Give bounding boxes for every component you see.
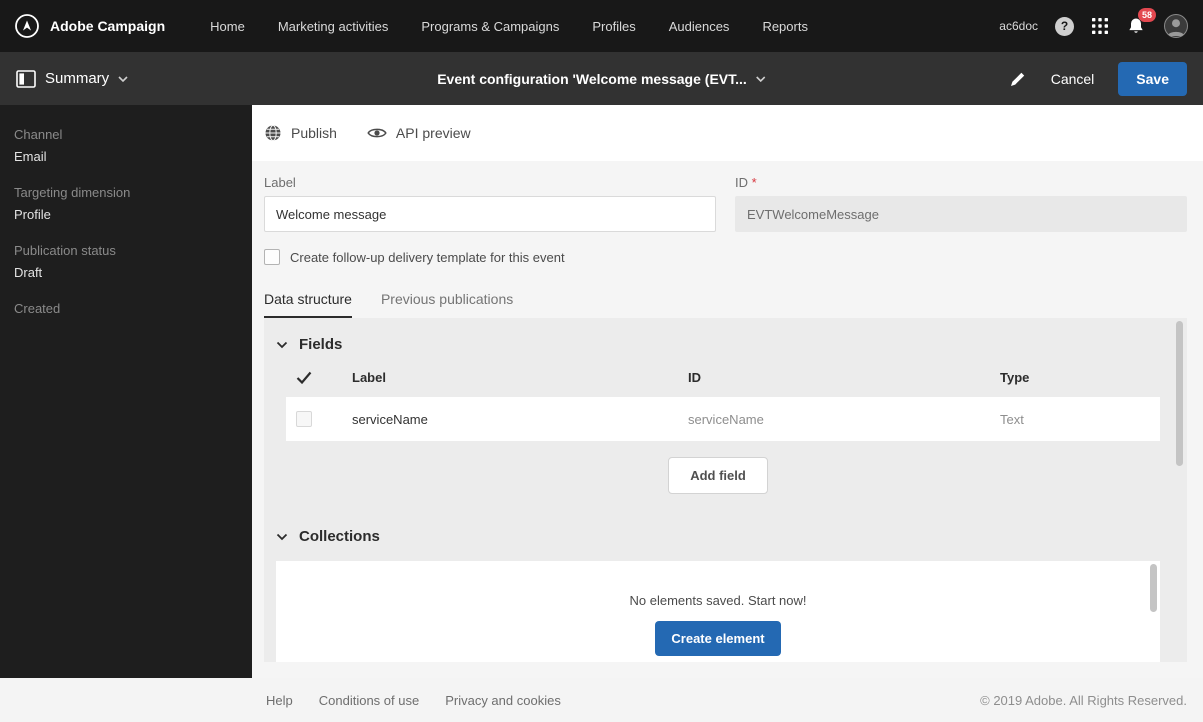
- top-nav-right: ac6doc ? 58: [999, 13, 1189, 39]
- notification-badge: 58: [1138, 8, 1156, 22]
- nav-item-reports[interactable]: Reports: [762, 19, 808, 34]
- sidebar-value: Email: [14, 149, 238, 164]
- data-structure-panel: Fields Label ID Type: [264, 318, 1187, 662]
- action-bar-right: Cancel Save: [1009, 62, 1187, 96]
- event-config-form: Label ID * Create follow-up delivery tem…: [252, 161, 1203, 318]
- column-header-type: Type: [1000, 370, 1160, 385]
- fields-table-header: Label ID Type: [286, 361, 1160, 393]
- globe-icon: [264, 124, 282, 142]
- publish-label: Publish: [291, 125, 337, 141]
- chevron-down-icon: [118, 76, 128, 82]
- table-row[interactable]: serviceName serviceName Text: [286, 397, 1160, 441]
- sidebar-item-publication-status: Publication status Draft: [14, 243, 238, 280]
- id-label-text: ID: [735, 175, 748, 190]
- column-header-label: Label: [352, 370, 688, 385]
- save-button[interactable]: Save: [1118, 62, 1187, 96]
- fields-section-header[interactable]: Fields: [276, 328, 1160, 361]
- followup-checkbox[interactable]: [264, 249, 280, 265]
- fields-section-title: Fields: [299, 336, 342, 353]
- brand: Adobe Campaign: [14, 13, 165, 39]
- label-input[interactable]: [264, 196, 716, 232]
- field-row: Label ID *: [264, 161, 1187, 232]
- publish-button[interactable]: Publish: [264, 124, 337, 142]
- collections-section: Collections No elements saved. Start now…: [276, 520, 1160, 662]
- row-label: serviceName: [352, 412, 688, 427]
- nav-item-marketing-activities[interactable]: Marketing activities: [278, 19, 389, 34]
- edit-pencil-icon[interactable]: [1009, 70, 1027, 88]
- adobe-campaign-logo-icon: [14, 13, 40, 39]
- row-type: Text: [1000, 412, 1160, 427]
- add-field-button[interactable]: Add field: [668, 457, 768, 494]
- followup-checkbox-row: Create follow-up delivery template for t…: [264, 249, 1187, 265]
- brand-name: Adobe Campaign: [50, 18, 165, 34]
- chevron-down-icon: [276, 533, 288, 541]
- page-title-selector[interactable]: Event configuration 'Welcome message (EV…: [437, 71, 766, 87]
- view-label: Summary: [45, 70, 109, 87]
- row-checkbox-cell: [286, 411, 352, 427]
- id-field-label: ID *: [735, 175, 1187, 190]
- app-grid-icon[interactable]: [1091, 17, 1109, 35]
- fields-table: Label ID Type serviceName serviceName Te…: [286, 361, 1160, 441]
- summary-sidebar: Channel Email Targeting dimension Profil…: [0, 105, 252, 678]
- sidebar-label: Publication status: [14, 243, 238, 258]
- required-asterisk: *: [752, 175, 757, 190]
- select-all-check-icon[interactable]: [286, 371, 352, 384]
- footer: Help Conditions of use Privacy and cooki…: [0, 678, 1203, 722]
- collections-section-header[interactable]: Collections: [276, 520, 1160, 553]
- collections-empty-panel: No elements saved. Start now! Create ele…: [276, 561, 1160, 662]
- help-icon[interactable]: ?: [1055, 17, 1074, 36]
- account-name[interactable]: ac6doc: [999, 19, 1038, 33]
- sidebar-label: Targeting dimension: [14, 185, 238, 200]
- label-field-label: Label: [264, 175, 716, 190]
- tab-previous-publications[interactable]: Previous publications: [381, 291, 513, 318]
- notifications-bell[interactable]: 58: [1126, 16, 1146, 36]
- summary-view-icon: [16, 70, 36, 88]
- tab-data-structure[interactable]: Data structure: [264, 291, 352, 318]
- api-preview-button[interactable]: API preview: [367, 125, 471, 141]
- top-nav-menu: Home Marketing activities Programs & Cam…: [210, 19, 808, 34]
- sidebar-label: Created: [14, 301, 238, 316]
- footer-link-help[interactable]: Help: [266, 693, 293, 708]
- tab-bar: Data structure Previous publications: [264, 291, 1187, 318]
- nav-item-programs-campaigns[interactable]: Programs & Campaigns: [421, 19, 559, 34]
- top-nav-bar: Adobe Campaign Home Marketing activities…: [0, 0, 1203, 52]
- collections-section-title: Collections: [299, 528, 380, 545]
- publish-toolbar: Publish API preview: [252, 105, 1203, 161]
- view-switcher[interactable]: Summary: [16, 70, 128, 88]
- body: Channel Email Targeting dimension Profil…: [0, 105, 1203, 678]
- nav-item-audiences[interactable]: Audiences: [669, 19, 730, 34]
- followup-checkbox-label: Create follow-up delivery template for t…: [290, 250, 565, 265]
- nav-item-home[interactable]: Home: [210, 19, 245, 34]
- row-checkbox[interactable]: [296, 411, 312, 427]
- column-header-id: ID: [688, 370, 1000, 385]
- page-title: Event configuration 'Welcome message (EV…: [437, 71, 747, 87]
- cancel-button[interactable]: Cancel: [1051, 71, 1095, 87]
- eye-icon: [367, 126, 387, 140]
- sidebar-item-channel: Channel Email: [14, 127, 238, 164]
- sidebar-item-created: Created: [14, 301, 238, 316]
- collections-empty-message: No elements saved. Start now!: [276, 593, 1160, 608]
- main-content: Publish API preview Label: [252, 105, 1203, 678]
- sidebar-value: Draft: [14, 265, 238, 280]
- adobe-campaign-app: Adobe Campaign Home Marketing activities…: [0, 0, 1203, 722]
- sidebar-item-targeting-dimension: Targeting dimension Profile: [14, 185, 238, 222]
- create-element-button[interactable]: Create element: [655, 621, 780, 656]
- sidebar-value: Profile: [14, 207, 238, 222]
- nav-item-profiles[interactable]: Profiles: [592, 19, 635, 34]
- user-avatar[interactable]: [1163, 13, 1189, 39]
- id-field-group: ID *: [735, 161, 1187, 232]
- panel-scrollbar[interactable]: [1176, 321, 1183, 466]
- footer-link-conditions[interactable]: Conditions of use: [319, 693, 419, 708]
- chevron-down-icon: [276, 341, 288, 349]
- footer-link-privacy[interactable]: Privacy and cookies: [445, 693, 561, 708]
- label-field-group: Label: [264, 161, 716, 232]
- collections-scrollbar[interactable]: [1150, 564, 1157, 612]
- chevron-down-icon: [756, 76, 766, 82]
- api-preview-label: API preview: [396, 125, 471, 141]
- id-input: [735, 196, 1187, 232]
- row-id: serviceName: [688, 412, 1000, 427]
- action-bar: Summary Event configuration 'Welcome mes…: [0, 52, 1203, 105]
- sidebar-label: Channel: [14, 127, 238, 142]
- copyright-text: © 2019 Adobe. All Rights Reserved.: [980, 693, 1187, 708]
